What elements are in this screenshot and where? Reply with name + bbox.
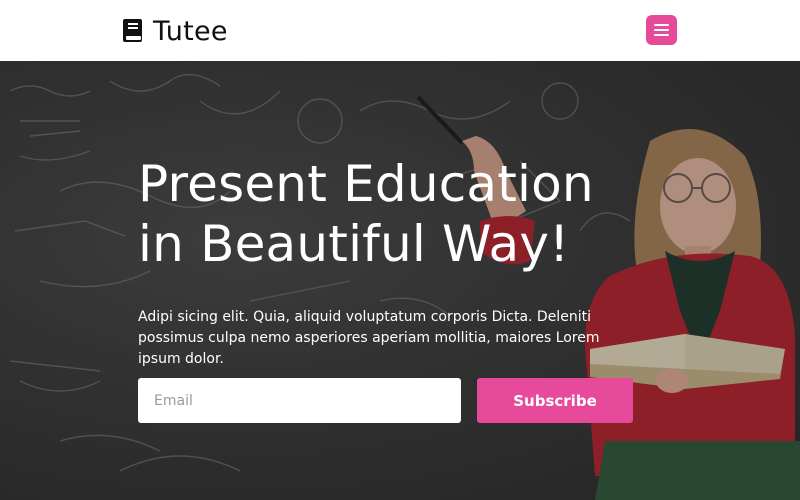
brand-name: Tutee: [153, 15, 228, 47]
menu-toggle-button[interactable]: [646, 15, 677, 45]
hero-title-line-2: in Beautiful Way!: [138, 215, 570, 273]
book-icon: [123, 19, 142, 42]
hamburger-icon-bar: [654, 24, 669, 26]
hamburger-icon-bar: [654, 29, 669, 31]
hero-title-line-1: Present Education: [138, 155, 594, 213]
brand-logo[interactable]: Tutee: [122, 14, 228, 48]
hero-title: Present Education in Beautiful Way!: [138, 154, 658, 274]
hero-overlay: [0, 61, 800, 500]
hamburger-icon-bar: [654, 34, 669, 36]
email-input[interactable]: [138, 378, 461, 423]
navbar: Tutee: [0, 0, 800, 61]
hero-section: Present Education in Beautiful Way! Adip…: [0, 61, 800, 500]
subscribe-button[interactable]: Subscribe: [477, 378, 633, 423]
hero-description: Adipi sicing elit. Quia, aliquid volupta…: [138, 309, 600, 367]
